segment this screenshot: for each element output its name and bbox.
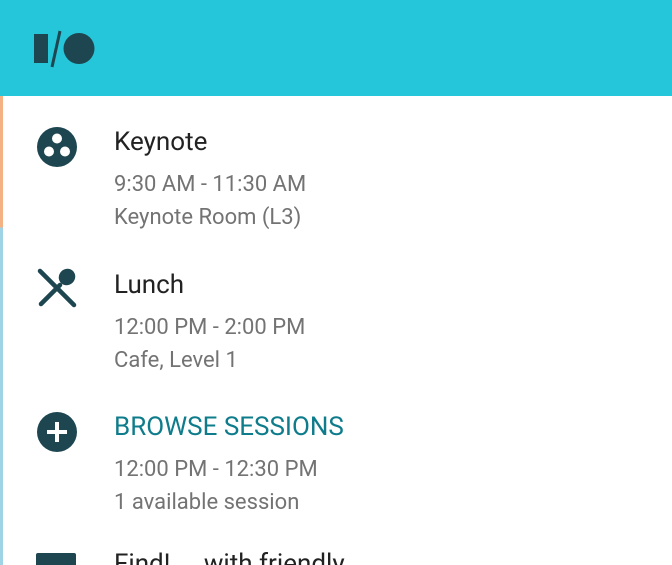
item-location: Cafe, Level 1 [114,348,238,373]
item-time: 9:30 AM - 11:30 AM [114,172,307,197]
partial-item-title[interactable]: Find! ... with friendly [114,548,345,565]
item-session-count: 1 available session [114,490,300,515]
item-time: 12:00 PM - 12:30 PM [114,457,318,482]
schedule-item-browse-sessions[interactable]: BROWSE SESSIONS 12:00 PM - 12:30 PM 1 av… [0,381,672,521]
folder-icon [36,553,76,565]
keynote-icon [37,127,77,167]
fork-knife-icon [37,268,77,308]
schedule-item-lunch[interactable]: Lunch 12:00 PM - 2:00 PM Cafe, Level 1 [0,239,672,379]
google-io-logo-icon[interactable] [32,29,98,69]
toolbar [0,0,672,96]
item-location: Keynote Room (L3) [114,205,302,230]
add-circle-icon [37,412,77,452]
item-time: 12:00 PM - 2:00 PM [114,315,306,340]
browse-sessions-link[interactable]: BROWSE SESSIONS [114,411,344,443]
schedule-item-keynote[interactable]: Keynote 9:30 AM - 11:30 AM Keynote Room … [0,96,672,236]
app-window: Keynote 9:30 AM - 11:30 AM Keynote Room … [0,0,672,565]
item-title: Keynote [114,127,208,157]
item-title: Lunch [114,270,185,300]
